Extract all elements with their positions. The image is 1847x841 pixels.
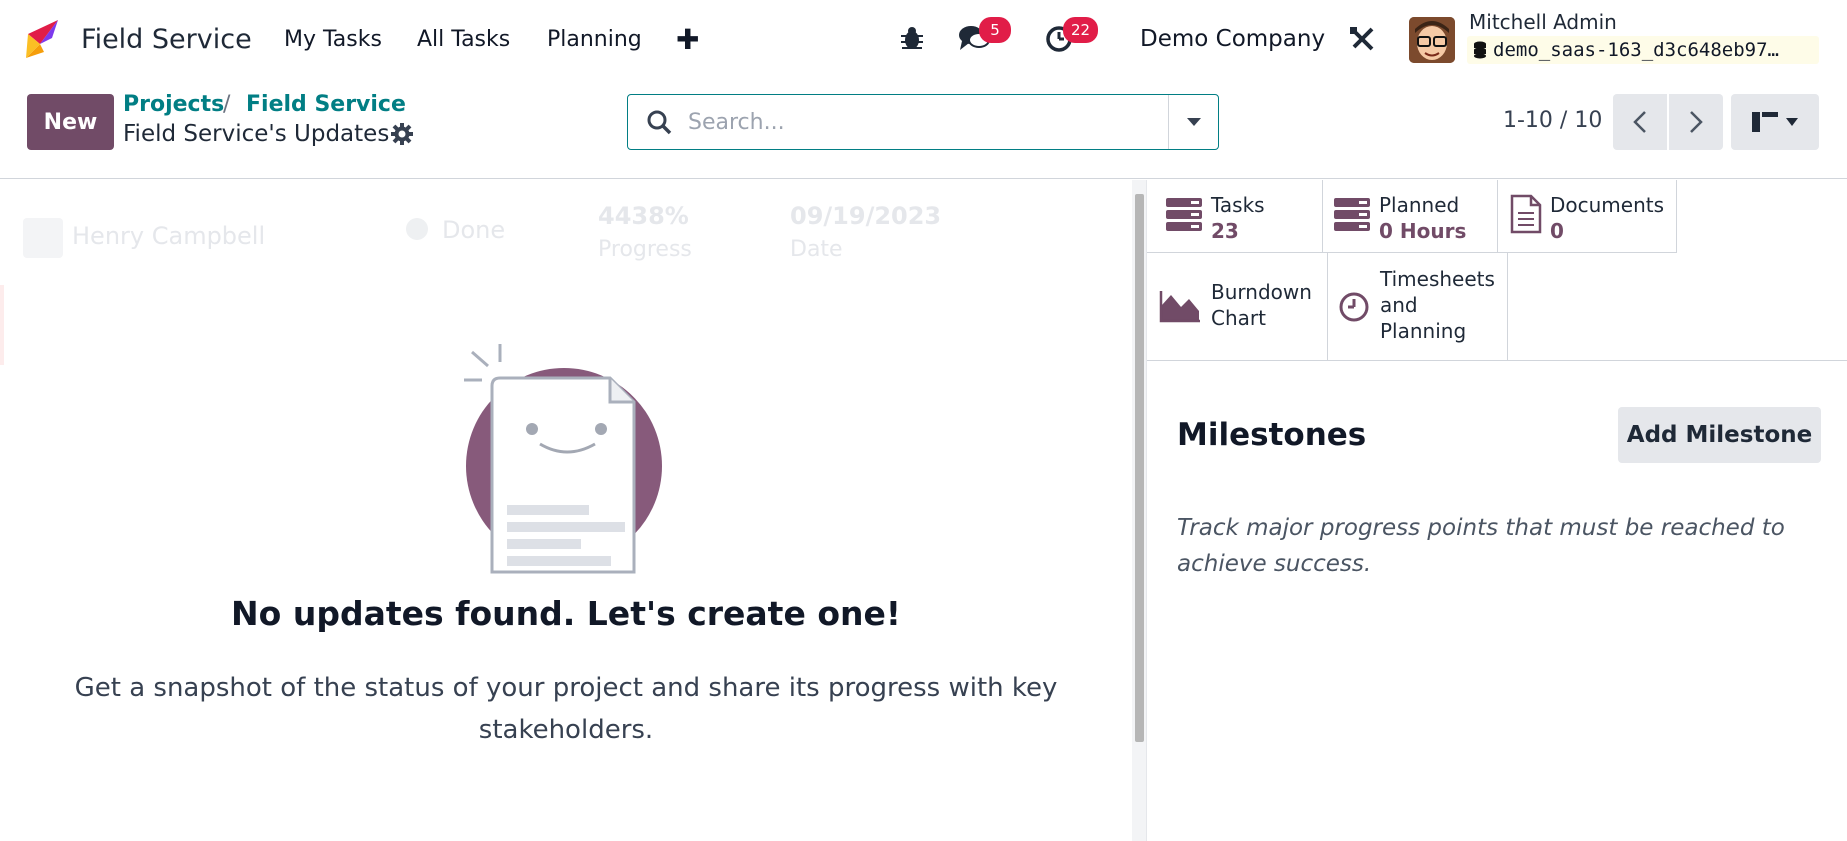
stat-burndown-text: Burndown Chart	[1211, 279, 1312, 331]
milestones-help-text: Track major progress points that must be…	[1177, 515, 1785, 577]
tools-icon[interactable]	[1348, 25, 1376, 53]
document-icon	[1510, 194, 1542, 234]
caret-down-icon	[1786, 118, 1798, 126]
stat-tasks-label: Tasks	[1211, 193, 1265, 217]
empty-document-illustration	[464, 344, 662, 574]
ghost-date-value: 09/19/2023	[790, 202, 942, 230]
stats-divider	[1147, 360, 1847, 361]
stat-timesheets-line3: Planning	[1380, 319, 1467, 343]
search-icon	[647, 110, 672, 135]
stat-timesheets-line1: Timesheets	[1380, 267, 1495, 291]
pager-next-button[interactable]	[1669, 94, 1723, 150]
ghost-date-label: Date	[790, 237, 843, 262]
clock-icon	[1339, 292, 1369, 322]
tasks-icon	[1166, 198, 1202, 231]
stat-tasks-text: Tasks 23	[1211, 192, 1265, 244]
stat-button-timesheets-planning[interactable]: Timesheets and Planning	[1328, 253, 1508, 360]
user-name[interactable]: Mitchell Admin	[1469, 10, 1617, 34]
stat-planned-label: Planned	[1379, 193, 1460, 217]
activities-badge: 22	[1063, 17, 1099, 43]
stat-burndown-line2: Chart	[1211, 306, 1266, 330]
stat-timesheets-text: Timesheets and Planning	[1380, 266, 1495, 344]
project-side-panel: Tasks 23 Planned 0 Hours Documents 0 Bur…	[1146, 180, 1847, 841]
stat-tasks-value: 23	[1211, 219, 1239, 243]
chevron-left-icon	[1633, 111, 1646, 133]
new-button[interactable]: New	[27, 94, 114, 150]
database-icon	[1474, 41, 1486, 59]
caret-down-icon	[1186, 118, 1201, 126]
stat-burndown-line1: Burndown	[1211, 280, 1312, 304]
stat-documents-value: 0	[1550, 219, 1564, 243]
plus-icon[interactable]: ✚	[676, 0, 699, 78]
bug-icon[interactable]	[899, 25, 925, 51]
chevron-right-icon	[1690, 111, 1703, 133]
view-switcher-button[interactable]	[1731, 94, 1819, 150]
search-options-toggle[interactable]	[1168, 95, 1218, 149]
breadcrumb-projects[interactable]: Projects	[123, 92, 224, 117]
empty-state-title: No updates found. Let's create one!	[231, 594, 901, 633]
updates-scrollbar[interactable]	[1132, 180, 1146, 841]
pager-value[interactable]: 1-10 / 10	[1503, 108, 1602, 133]
company-switcher[interactable]: Demo Company	[1140, 0, 1325, 78]
search-bar	[627, 94, 1219, 150]
search-input[interactable]	[688, 107, 1188, 137]
stat-planned-value: 0 Hours	[1379, 219, 1467, 243]
add-milestone-button[interactable]: Add Milestone	[1618, 407, 1821, 463]
app-title[interactable]: Field Service	[81, 0, 252, 78]
kanban-view-icon	[1752, 112, 1778, 132]
stat-documents-text: Documents 0	[1550, 192, 1664, 244]
stat-planned-text: Planned 0 Hours	[1379, 192, 1466, 244]
stat-documents-label: Documents	[1550, 193, 1665, 217]
top-navbar: Field Service My Tasks All Tasks Plannin…	[0, 0, 1847, 78]
menu-planning[interactable]: Planning	[547, 0, 642, 78]
ghost-progress-value: 4438%	[598, 202, 689, 230]
page-title: Field Service's Updates	[123, 121, 390, 147]
menu-my-tasks[interactable]: My Tasks	[284, 0, 382, 78]
ghost-avatar	[23, 218, 63, 258]
milestones-title: Milestones	[1177, 417, 1367, 453]
user-avatar[interactable]	[1409, 17, 1455, 63]
stat-button-planned[interactable]: Planned 0 Hours	[1323, 180, 1498, 253]
control-panel: New Projects / Field Service Field Servi…	[0, 78, 1847, 179]
stat-button-documents[interactable]: Documents 0	[1498, 180, 1677, 253]
ghost-status-dot	[406, 218, 428, 240]
app-logo-icon[interactable]	[22, 14, 62, 62]
pager-previous-button[interactable]	[1613, 94, 1667, 150]
empty-state-text: Get a snapshot of the status of your pro…	[74, 673, 1058, 745]
area-chart-icon	[1159, 291, 1200, 323]
database-name: demo_saas-163_d3c648eb97…	[1493, 39, 1779, 61]
ghost-row-accent	[0, 285, 4, 365]
stat-button-tasks[interactable]: Tasks 23	[1147, 180, 1323, 253]
updates-panel: Henry Campbell Done 4438% Progress 09/19…	[0, 180, 1132, 841]
ghost-progress-label: Progress	[598, 237, 692, 262]
ghost-status: Done	[442, 216, 506, 244]
planned-icon	[1334, 198, 1370, 231]
database-tag: demo_saas-163_d3c648eb97…	[1467, 36, 1819, 64]
breadcrumb-field-service[interactable]: Field Service	[246, 92, 406, 117]
breadcrumb-separator: /	[223, 92, 231, 117]
messages-badge: 5	[979, 17, 1011, 43]
stat-button-burndown-chart[interactable]: Burndown Chart	[1147, 253, 1328, 360]
menu-all-tasks[interactable]: All Tasks	[417, 0, 510, 78]
stat-timesheets-line2: and	[1380, 293, 1418, 317]
ghost-user-name: Henry Campbell	[72, 222, 266, 250]
gear-icon[interactable]	[390, 122, 414, 146]
scrollbar-thumb[interactable]	[1135, 194, 1144, 742]
